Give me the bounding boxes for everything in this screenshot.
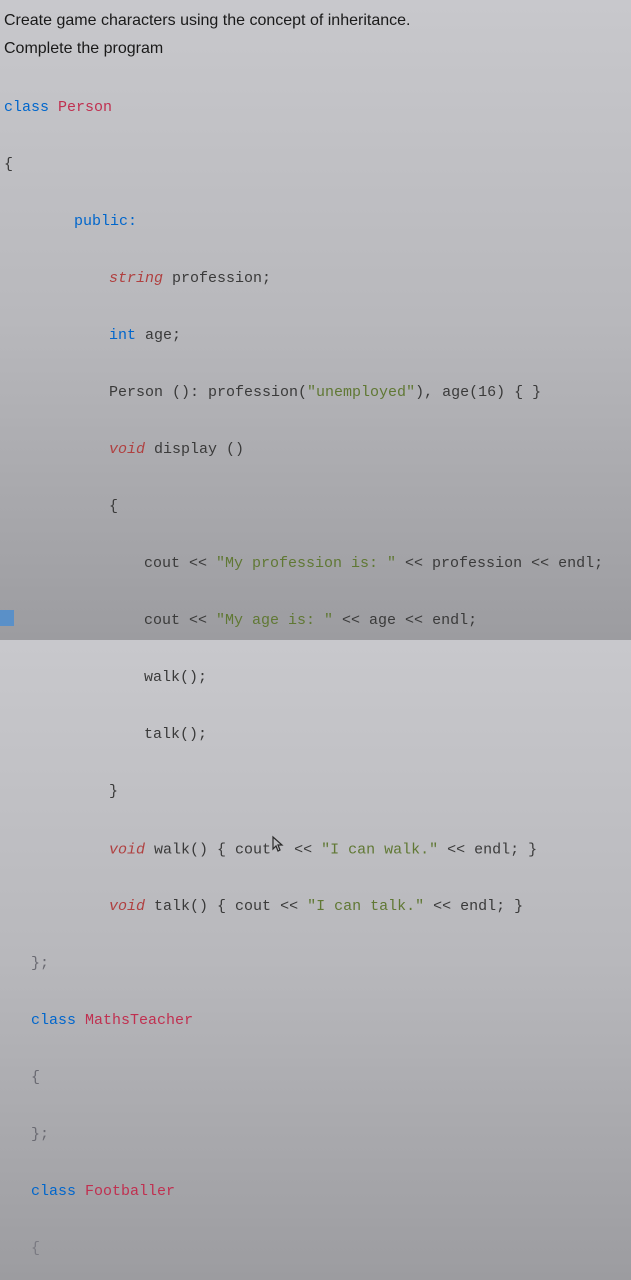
code-line: void talk() { cout << "I can talk." << e… <box>4 893 627 922</box>
code-line: void display () <box>4 436 627 465</box>
class-name-person: Person <box>58 99 112 116</box>
code-line: { <box>4 493 627 522</box>
code-line: { <box>4 151 627 180</box>
code-line: { <box>4 1235 627 1264</box>
keyword-public: public: <box>74 213 137 230</box>
code-line: walk(); <box>4 664 627 693</box>
code-line: cout << "My profession is: " << professi… <box>4 550 627 579</box>
code-line: } <box>4 778 627 807</box>
type-int: int <box>109 327 136 344</box>
instruction-line-1: Create game characters using the concept… <box>4 8 627 34</box>
code-line: Person (): profession("unemployed"), age… <box>4 379 627 408</box>
code-line: public: <box>4 208 627 237</box>
code-line: void walk() { cout << "I can walk." << e… <box>4 835 627 865</box>
code-line: }; <box>4 1121 627 1150</box>
code-line: { <box>4 1064 627 1093</box>
code-line: class MathsTeacher <box>4 1007 627 1036</box>
keyword-class: class <box>4 99 49 116</box>
code-line: int age; <box>4 322 627 351</box>
type-string: string <box>109 270 163 287</box>
line-marker <box>0 610 14 626</box>
code-line: string profession; <box>4 265 627 294</box>
code-line: }; <box>4 950 627 979</box>
code-line: class Footballer <box>4 1178 627 1207</box>
code-line: talk(); <box>4 721 627 750</box>
cursor-icon <box>271 835 285 865</box>
code-editor[interactable]: class Person { public: string profession… <box>4 65 627 1280</box>
keyword-void: void <box>109 441 145 458</box>
code-line: cout << "My age is: " << age << endl; <box>4 607 627 636</box>
instruction-line-2: Complete the program <box>4 36 627 62</box>
code-line: class Person <box>4 94 627 123</box>
